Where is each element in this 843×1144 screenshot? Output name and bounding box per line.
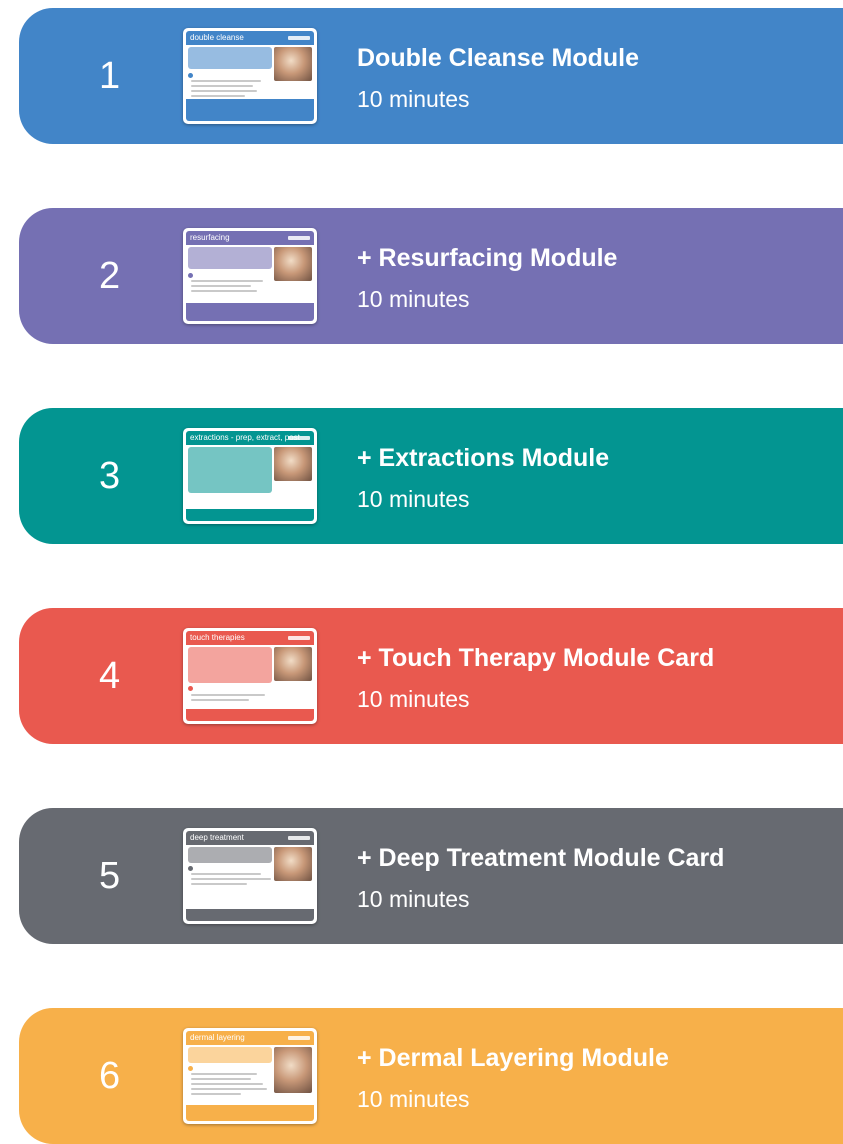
brand-logo-icon — [288, 436, 310, 440]
card-text-line — [191, 290, 257, 292]
card-text-line — [191, 280, 263, 282]
card-text-line — [191, 85, 253, 87]
module-duration: 10 minutes — [357, 886, 470, 912]
card-text-line — [191, 878, 271, 880]
steps-bullet-icon — [188, 1066, 193, 1071]
card-text-line — [191, 1078, 251, 1080]
card-text-line — [191, 95, 245, 97]
card-title: resurfacing — [190, 233, 230, 242]
card-text-line — [191, 883, 247, 885]
card-title: touch therapies — [190, 633, 245, 642]
brand-logo-icon — [288, 836, 310, 840]
card-benefit-box — [188, 647, 272, 683]
module-card-thumbnail: deep treatment — [183, 828, 317, 924]
treatment-photo — [274, 847, 312, 881]
card-footer — [186, 1105, 314, 1121]
card-title: double cleanse — [190, 33, 244, 42]
treatment-photo — [274, 447, 312, 481]
module-duration: 10 minutes — [357, 686, 470, 712]
card-header: resurfacing — [186, 231, 314, 245]
module-card-thumbnail: double cleanse — [183, 28, 317, 124]
card-header: dermal layering — [186, 1031, 314, 1045]
card-benefit-box — [188, 247, 272, 269]
module-card-thumbnail: touch therapies — [183, 628, 317, 724]
module-number: 6 — [99, 1055, 121, 1097]
card-text-line — [191, 80, 261, 82]
steps-bullet-icon — [188, 866, 193, 871]
brand-logo-icon — [288, 1036, 310, 1040]
steps-bullet-icon — [188, 273, 193, 278]
card-text-line — [191, 1083, 263, 1085]
card-footer — [186, 99, 314, 121]
card-text-line — [191, 873, 261, 875]
steps-bullet-icon — [188, 73, 193, 78]
products-bullet-icon — [188, 686, 193, 691]
module-card-thumbnail: dermal layering — [183, 1028, 317, 1124]
module-number: 4 — [99, 655, 121, 697]
module-touch-therapy[interactable]: 4 touch therapies + Touch Therapy Module… — [19, 608, 843, 744]
module-duration: 10 minutes — [357, 286, 470, 312]
card-footer — [186, 909, 314, 921]
module-title: + Dermal Layering Module — [357, 1044, 669, 1072]
card-text-line — [191, 1088, 267, 1090]
card-title: extractions - prep, extract, post — [190, 433, 300, 442]
brand-logo-icon — [288, 636, 310, 640]
card-footer — [186, 709, 314, 721]
module-card-thumbnail: resurfacing — [183, 228, 317, 324]
module-dermal-layering[interactable]: 6 dermal layering + Dermal Layering Modu… — [19, 1008, 843, 1144]
card-header: double cleanse — [186, 31, 314, 45]
module-extractions[interactable]: 3 extractions - prep, extract, post + Ex… — [19, 408, 843, 544]
card-benefit-box — [188, 47, 272, 69]
card-benefit-box — [188, 447, 272, 493]
module-title: + Touch Therapy Module Card — [357, 644, 715, 672]
module-title: Double Cleanse Module — [357, 44, 639, 72]
treatment-photo — [274, 1047, 312, 1093]
card-title: deep treatment — [190, 833, 244, 842]
card-header: extractions - prep, extract, post — [186, 431, 314, 445]
brand-logo-icon — [288, 236, 310, 240]
card-text-line — [191, 285, 251, 287]
card-header: touch therapies — [186, 631, 314, 645]
brand-logo-icon — [288, 36, 310, 40]
card-header: deep treatment — [186, 831, 314, 845]
card-text-line — [191, 1093, 241, 1095]
treatment-photo — [274, 247, 312, 281]
treatment-photo — [274, 47, 312, 81]
module-resurfacing[interactable]: 2 resurfacing + Resurfacing Module 10 mi… — [19, 208, 843, 344]
module-duration: 10 minutes — [357, 86, 470, 112]
module-duration: 10 minutes — [357, 1086, 470, 1112]
card-footer — [186, 303, 314, 321]
card-text-line — [191, 694, 265, 696]
module-duration: 10 minutes — [357, 486, 470, 512]
module-card-thumbnail: extractions - prep, extract, post — [183, 428, 317, 524]
card-footer — [186, 509, 314, 521]
card-title: dermal layering — [190, 1033, 245, 1042]
module-number: 5 — [99, 855, 121, 897]
module-title: + Resurfacing Module — [357, 244, 618, 272]
module-double-cleanse[interactable]: 1 double cleanse Double Cleanse Module 1… — [19, 8, 843, 144]
card-benefit-box — [188, 1047, 272, 1063]
card-text-line — [191, 699, 249, 701]
module-deep-treatment[interactable]: 5 deep treatment + Deep Treatment Module… — [19, 808, 843, 944]
module-title: + Deep Treatment Module Card — [357, 844, 725, 872]
card-benefit-box — [188, 847, 272, 863]
module-title: + Extractions Module — [357, 444, 610, 472]
module-number: 1 — [99, 55, 121, 97]
module-number: 2 — [99, 255, 121, 297]
treatment-photo — [274, 647, 312, 681]
module-number: 3 — [99, 455, 121, 497]
card-text-line — [191, 90, 257, 92]
card-text-line — [191, 1073, 257, 1075]
